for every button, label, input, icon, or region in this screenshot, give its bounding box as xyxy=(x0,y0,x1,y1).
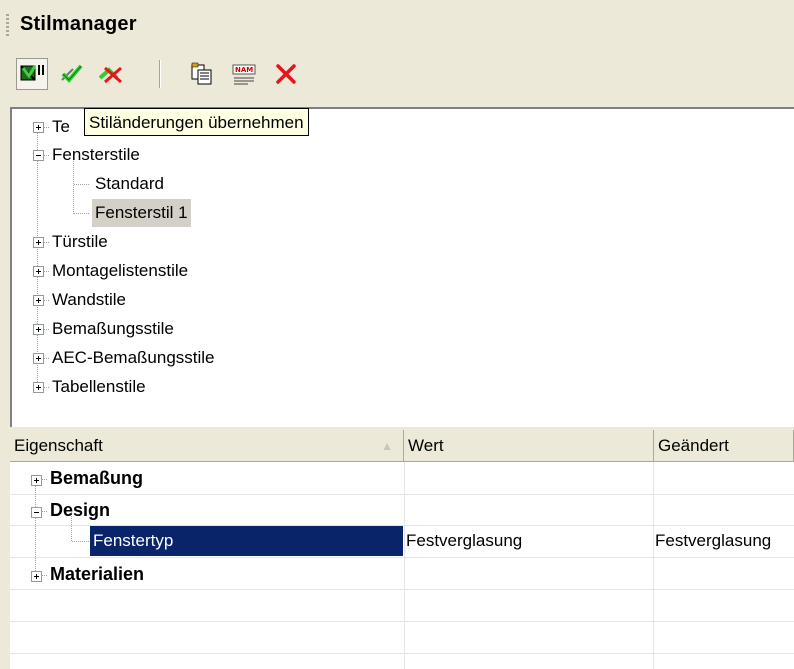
panel-title-bar: Stilmanager xyxy=(0,0,794,46)
purge-styles-button[interactable] xyxy=(56,58,88,90)
rename-style-icon: NAM xyxy=(232,64,256,85)
svg-text:NAM: NAM xyxy=(235,66,253,74)
tree-item-label: Tabellenstile xyxy=(52,377,146,396)
sort-ascending-icon: ▲ xyxy=(381,439,393,453)
property-group-label: Bemaßung xyxy=(50,468,144,488)
rename-style-button[interactable]: NAM xyxy=(228,58,260,90)
tree-item-label: Wandstile xyxy=(52,290,127,309)
expand-icon[interactable] xyxy=(33,353,44,364)
tree-item-label: Montagelistenstile xyxy=(52,261,189,280)
style-tree[interactable]: Te Fensterstile Standard Fensterstil 1 T… xyxy=(10,107,794,427)
expand-icon[interactable] xyxy=(33,382,44,393)
property-changed-fenstertyp: Festverglasung xyxy=(655,531,772,550)
copy-style-icon xyxy=(191,62,212,85)
drag-grip[interactable] xyxy=(6,14,9,36)
column-header-eigenschaft[interactable]: Eigenschaft ▲ xyxy=(10,430,404,462)
tree-item-label: Türstile xyxy=(52,232,108,251)
expand-icon[interactable] xyxy=(33,266,44,277)
tree-item-label: Bemaßungsstile xyxy=(52,319,174,338)
expand-icon[interactable] xyxy=(33,324,44,335)
tooltip: Stiländerungen übernehmen xyxy=(84,108,309,136)
tree-item-label: Fensterstile xyxy=(52,145,140,164)
column-header-wert[interactable]: Wert xyxy=(404,430,654,462)
property-group-label: Design xyxy=(50,500,111,520)
purge-styles-icon xyxy=(61,64,83,83)
copy-style-button[interactable] xyxy=(186,58,218,90)
tree-item-label: Standard xyxy=(95,174,164,193)
collapse-icon[interactable] xyxy=(33,150,44,161)
property-grid[interactable]: Eigenschaft ▲ Wert Geändert Bemaßung Des… xyxy=(10,430,794,669)
toolbar: NAM xyxy=(0,46,794,106)
delete-unused-styles-button[interactable] xyxy=(96,58,128,90)
tree-item-label: Fensterstil 1 xyxy=(92,199,191,227)
delete-unused-icon xyxy=(98,66,122,84)
toolbar-separator xyxy=(159,60,161,88)
panel-title: Stilmanager xyxy=(20,13,137,35)
column-header-geaendert[interactable]: Geändert xyxy=(654,430,794,462)
property-row-fenstertyp[interactable]: Fenstertyp xyxy=(90,526,403,556)
tree-item-label: Te xyxy=(52,117,70,136)
apply-style-changes-button[interactable] xyxy=(16,58,48,90)
apply-style-changes-icon xyxy=(20,65,44,81)
delete-style-button[interactable] xyxy=(270,58,302,90)
expand-icon[interactable] xyxy=(33,295,44,306)
expand-icon[interactable] xyxy=(31,571,42,582)
collapse-icon[interactable] xyxy=(31,507,42,518)
property-group-label: Materialien xyxy=(50,564,145,584)
tree-item-label: AEC-Bemaßungsstile xyxy=(52,348,215,367)
expand-icon[interactable] xyxy=(33,237,44,248)
delete-style-icon xyxy=(276,64,296,84)
property-value-fenstertyp[interactable]: Festverglasung xyxy=(406,525,522,557)
expand-icon[interactable] xyxy=(33,122,44,133)
tree-connector xyxy=(37,129,38,389)
expand-icon[interactable] xyxy=(31,475,42,486)
